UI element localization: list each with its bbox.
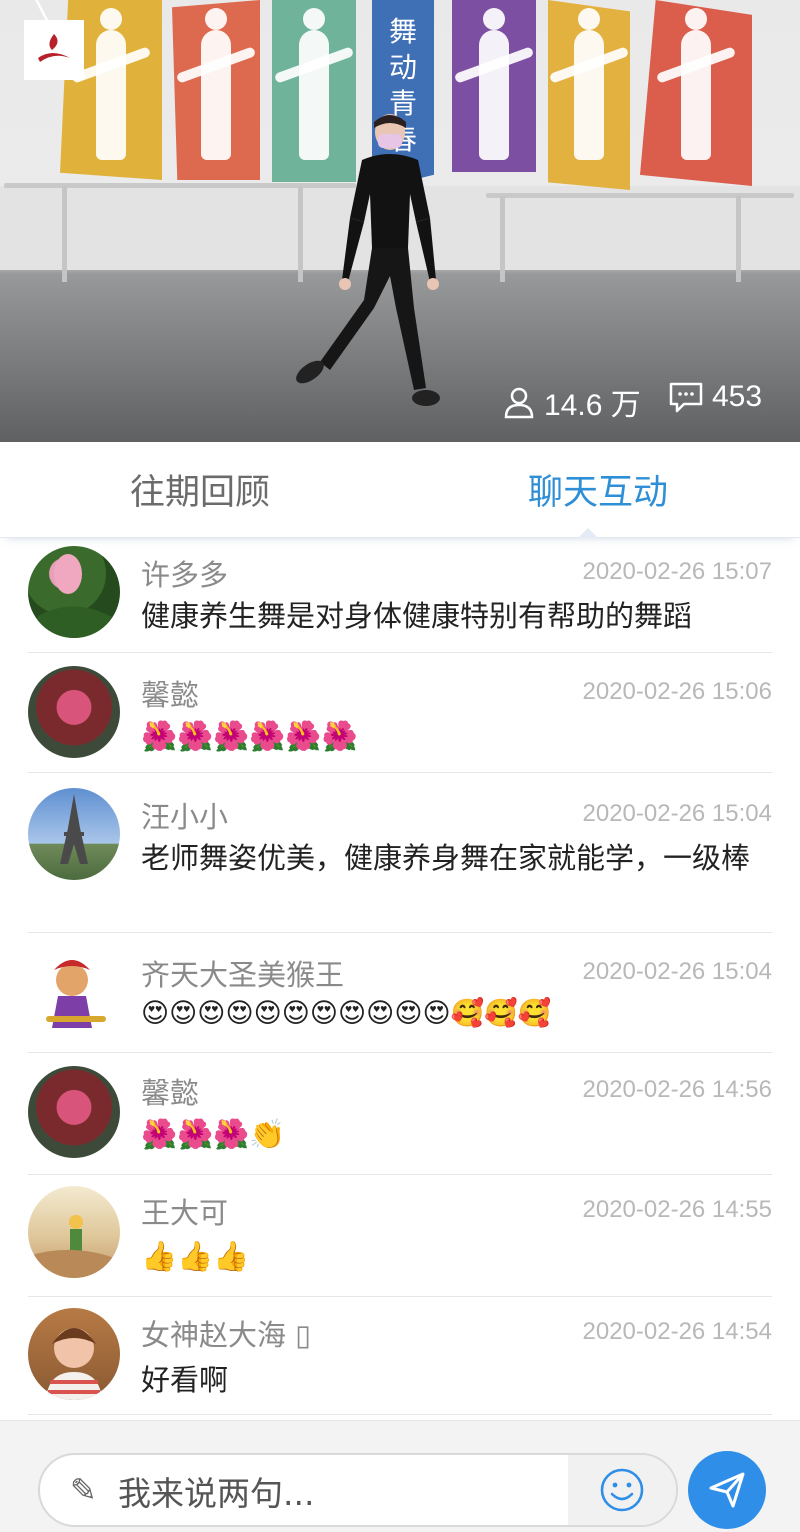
tab-bar: 往期回顾 聊天互动	[0, 442, 800, 538]
avatar[interactable]	[28, 546, 120, 638]
message-username: 许多多	[141, 558, 229, 592]
wall-art-panel	[548, 0, 630, 190]
back-arrow-icon[interactable]: ╲	[34, 0, 52, 31]
pencil-icon: ✎	[70, 1471, 97, 1509]
chat-message: 女神赵大海 ▯ 2020-02-26 14:54 好看啊	[28, 1296, 772, 1415]
avatar[interactable]	[28, 666, 120, 758]
message-timestamp: 2020-02-26 14:55	[582, 1196, 773, 1223]
message-text: 🌺🌺🌺🌺🌺🌺	[141, 719, 358, 753]
message-timestamp: 2020-02-26 15:06	[582, 678, 773, 705]
avatar[interactable]	[28, 1066, 120, 1158]
message-text: 👍👍👍	[141, 1239, 250, 1273]
message-timestamp: 2020-02-26 14:54	[582, 1318, 773, 1345]
tab-chat[interactable]: 聊天互动	[498, 442, 698, 537]
smiley-icon	[600, 1468, 644, 1512]
message-text: 老师舞姿优美，健康养身舞在家就能学，一级棒	[141, 841, 751, 875]
lotus-avatar-image	[34, 554, 114, 638]
message-username: 馨懿	[141, 1076, 200, 1110]
composer-bar: ✎ 我来说两句...	[0, 1420, 800, 1532]
comment-input-placeholder: 我来说两句...	[118, 1474, 315, 1513]
message-text: 😍😍😍😍😍😍😍😍😍😍😍🥰🥰🥰	[141, 998, 552, 1029]
little-prince-avatar-image	[28, 1215, 120, 1278]
tab-history[interactable]: 往期回顾	[100, 442, 300, 537]
chat-message: 许多多 2020-02-26 15:07 健康养生舞是对身体健康特别有帮助的舞蹈	[28, 540, 772, 653]
child-avatar-image	[46, 1328, 102, 1400]
chat-message: 馨懿 2020-02-26 15:06 🌺🌺🌺🌺🌺🌺	[28, 652, 772, 773]
avatar[interactable]	[28, 1186, 120, 1278]
banner-char: 动	[388, 51, 417, 84]
comment-input[interactable]: ✎ 我来说两句...	[38, 1453, 678, 1527]
message-username: 女神赵大海 ▯	[141, 1318, 312, 1352]
message-timestamp: 2020-02-26 15:04	[582, 800, 773, 827]
monkey-king-avatar-image	[46, 960, 106, 1028]
message-username: 王大可	[141, 1196, 229, 1230]
chat-message: 王大可 2020-02-26 14:55 👍👍👍	[28, 1174, 772, 1297]
message-timestamp: 2020-02-26 15:07	[582, 558, 773, 585]
barre-post	[500, 196, 505, 282]
wall-art-panel	[640, 0, 752, 186]
comment-count: 453	[668, 380, 762, 414]
barre-post	[736, 196, 741, 282]
comment-icon	[669, 382, 703, 413]
send-button[interactable]	[688, 1451, 766, 1529]
message-text: 🌺🌺🌺👏	[141, 1117, 286, 1151]
instructor-figure	[296, 114, 440, 406]
message-text: 健康养生舞是对身体健康特别有帮助的舞蹈	[141, 599, 693, 633]
ballet-barre	[486, 193, 794, 198]
message-username: 齐天大圣美猴王	[141, 958, 345, 992]
wall-art-panel	[172, 0, 260, 180]
avatar[interactable]	[28, 1308, 120, 1400]
message-timestamp: 2020-02-26 14:56	[582, 1076, 773, 1103]
chat-message-list[interactable]: 许多多 2020-02-26 15:07 健康养生舞是对身体健康特别有帮助的舞蹈…	[0, 540, 800, 1420]
avatar[interactable]	[28, 946, 120, 1038]
viewer-count-value: 14.6 万	[544, 389, 641, 422]
message-text: 好看啊	[141, 1363, 229, 1397]
logo-mark-icon	[38, 34, 70, 62]
viewer-count: 14.6 万	[502, 380, 641, 424]
emoji-button[interactable]	[568, 1455, 676, 1525]
chat-message: 汪小小 2020-02-26 15:04 老师舞姿优美，健康养身舞在家就能学，一…	[28, 772, 772, 933]
avatar[interactable]	[28, 788, 120, 880]
message-username: 汪小小	[141, 800, 229, 834]
chat-message: 馨懿 2020-02-26 14:56 🌺🌺🌺👏	[28, 1052, 772, 1175]
message-timestamp: 2020-02-26 15:04	[582, 958, 773, 985]
active-tab-indicator	[578, 528, 598, 538]
eiffel-tower-avatar-image	[60, 794, 88, 864]
chat-message: 齐天大圣美猴王 2020-02-26 15:04 😍😍😍😍😍😍😍😍😍😍😍🥰🥰🥰	[28, 932, 772, 1053]
user-icon	[504, 387, 534, 419]
send-icon	[709, 1472, 745, 1508]
live-video-player[interactable]: 舞 动 青 春 ╲ 14.6 万	[0, 0, 800, 442]
barre-post	[62, 186, 67, 282]
comment-count-value: 453	[712, 380, 763, 413]
banner-char: 舞	[388, 15, 417, 48]
brand-logo	[24, 20, 84, 80]
message-username: 馨懿	[141, 678, 200, 712]
